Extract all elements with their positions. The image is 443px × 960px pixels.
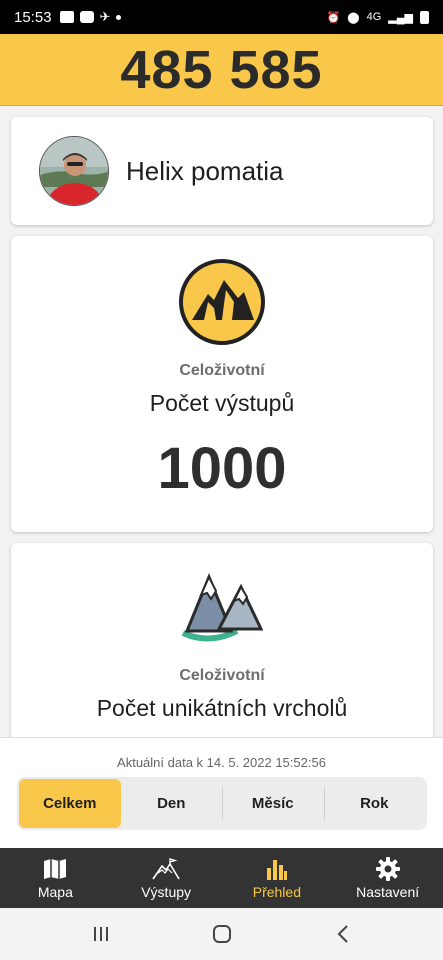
map-icon — [44, 859, 67, 879]
mountain-badge-icon — [179, 259, 265, 345]
tab-mesic[interactable]: Měsíc — [222, 779, 324, 828]
stat-label: Počet unikátních vrcholů — [96, 695, 348, 721]
location-icon: ⬤ — [347, 11, 360, 24]
nav-item-nastaveni[interactable]: Nastavení — [332, 848, 443, 908]
more-notifications-icon — [116, 14, 122, 20]
alarm-icon: ⏰ — [326, 11, 341, 24]
tab-celkem[interactable]: Celkem — [19, 779, 121, 828]
stat-sublabel: Celoživotní — [179, 362, 265, 379]
nav-label: Nastavení — [356, 884, 420, 900]
avatar — [39, 136, 109, 206]
stat-sublabel: Celoživotní — [179, 667, 265, 684]
system-navigation — [0, 908, 443, 960]
stat-value: 1000 — [157, 436, 287, 501]
stat-card-ascents[interactable]: Celoživotní Počet výstupů 1000 — [11, 236, 433, 532]
status-time: 15:53 — [14, 8, 52, 26]
home-icon — [212, 925, 231, 943]
period-panel: Aktuální data k 14. 5. 2022 15:52:56 Cel… — [0, 737, 443, 848]
total-score: 485 585 — [120, 39, 323, 100]
nav-item-vystupy[interactable]: Výstupy — [111, 848, 222, 908]
stat-label: Počet výstupů — [149, 390, 295, 416]
app-notification-icon: ✈ — [99, 9, 111, 24]
back-icon — [337, 925, 348, 943]
profile-name: Helix pomatia — [126, 155, 284, 186]
nav-item-prehled[interactable]: Přehled — [222, 848, 333, 908]
network-type: 4G — [366, 11, 382, 23]
period-selector: Celkem Den Měsíc Rok — [17, 777, 427, 830]
bottom-navigation: Mapa Výstupy Přehled Nastavení — [0, 848, 443, 908]
bar-chart-icon — [266, 860, 287, 880]
summit-icon — [152, 858, 180, 880]
tab-den[interactable]: Den — [121, 779, 223, 828]
score-header: 485 585 — [0, 34, 443, 106]
stat-card-unique-peaks[interactable]: Celoživotní Počet unikátních vrcholů — [11, 543, 433, 753]
nav-label: Přehled — [252, 884, 301, 900]
youtube-icon — [79, 11, 94, 23]
nav-label: Výstupy — [141, 884, 192, 900]
tab-rok[interactable]: Rok — [323, 779, 426, 828]
signal-icon: ▂▄▆ — [388, 11, 413, 24]
recent-apps-icon — [93, 927, 108, 941]
mountain-peaks-icon — [181, 573, 264, 642]
battery-icon — [420, 10, 429, 24]
nav-item-mapa[interactable]: Mapa — [0, 848, 111, 908]
home-button[interactable] — [202, 919, 242, 949]
back-button[interactable] — [323, 919, 363, 949]
nav-label: Mapa — [37, 884, 73, 900]
gear-icon — [375, 857, 400, 881]
gallery-icon — [59, 11, 74, 23]
recent-apps-button[interactable] — [81, 919, 121, 949]
status-bar: 15:53 ✈ ⏰ ⬤ 4G ▂▄▆ — [0, 0, 443, 34]
profile-card[interactable]: Helix pomatia — [11, 117, 433, 225]
last-updated: Aktuální data k 14. 5. 2022 15:52:56 — [117, 755, 326, 770]
